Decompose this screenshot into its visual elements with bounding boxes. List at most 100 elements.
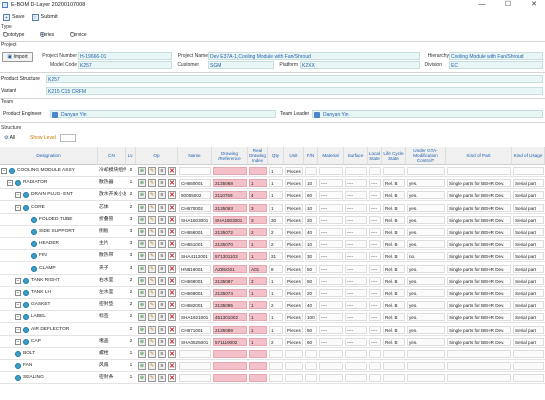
- expand-toggle-icon[interactable]: −: [15, 192, 21, 199]
- cell-local[interactable]: ----: [369, 325, 381, 334]
- cell-usage[interactable]: Serial part: [513, 252, 544, 261]
- cell-drawing[interactable]: 2135089: [213, 325, 247, 334]
- cell-fn[interactable]: 60: [305, 337, 317, 346]
- delete-icon[interactable]: ✕: [168, 325, 176, 334]
- cell-fn[interactable]: 30: [305, 252, 317, 261]
- radio-service[interactable]: Service: [70, 32, 87, 38]
- expand-toggle-icon[interactable]: −: [15, 326, 21, 333]
- list-icon[interactable]: ≡: [158, 215, 166, 224]
- cell-name[interactable]: 90055002: [179, 191, 211, 200]
- cell-local[interactable]: ----: [369, 252, 381, 261]
- expand-toggle-icon[interactable]: [23, 229, 29, 235]
- add-icon[interactable]: ⊕: [138, 374, 146, 383]
- expand-toggle-icon[interactable]: −: [15, 314, 21, 321]
- cell-mat[interactable]: ----: [319, 240, 343, 249]
- table-row[interactable]: − RADIATOR 散热器 1 ⊕ ✎ ≡ ✕ CH650001 2135068 1 1 Pieces…: [0, 177, 545, 190]
- cell-life[interactable]: Rel. B: [383, 228, 405, 236]
- cell-mat[interactable]: ----: [319, 179, 343, 188]
- cell-surf[interactable]: [345, 374, 367, 383]
- cell-fn[interactable]: 50: [305, 325, 317, 334]
- cell-drawing[interactable]: [213, 362, 247, 371]
- cell-drawing[interactable]: 571119002: [213, 337, 247, 346]
- cell-gta[interactable]: yes.: [407, 240, 445, 249]
- cell-qty[interactable]: 2: [269, 301, 283, 310]
- delete-icon[interactable]: ✕: [168, 252, 176, 261]
- cell-name[interactable]: [179, 350, 211, 358]
- customer-field[interactable]: SGM: [208, 61, 274, 69]
- cell-mat[interactable]: [319, 374, 343, 383]
- cell-life[interactable]: Rel. B: [383, 289, 405, 297]
- column-header-op[interactable]: Op: [136, 147, 178, 165]
- cell-unit[interactable]: Pieces: [285, 167, 303, 175]
- cell-qty[interactable]: [269, 374, 283, 383]
- column-header-idx[interactable]: Real Drawing Index: [248, 147, 268, 165]
- add-icon[interactable]: ⊕: [138, 325, 146, 334]
- cell-name[interactable]: SHA4112001: [179, 252, 211, 261]
- table-row[interactable]: − CORE 芯体 2 ⊕ ✎ ≡ ✕ CH670002 2135093 3 1 Pieces 10 ---…: [0, 202, 545, 214]
- cell-fn[interactable]: 40: [305, 301, 317, 310]
- cell-life[interactable]: [383, 167, 405, 175]
- table-row[interactable]: − CAP 堵盖 2 ⊕ ✎ ≡ ✕ SHA0525001 571119002 1 2 Pieces 60…: [0, 336, 545, 348]
- cell-qty[interactable]: 1: [269, 325, 283, 334]
- cell-name[interactable]: SHA0525001: [179, 337, 211, 346]
- cell-kind[interactable]: [447, 374, 511, 383]
- cell-gta[interactable]: yes.: [407, 337, 445, 346]
- cell-unit[interactable]: Pieces: [285, 337, 303, 346]
- cell-fn[interactable]: 60: [305, 191, 317, 200]
- cell-mat[interactable]: ----: [319, 301, 343, 310]
- cell-qty[interactable]: 1: [269, 191, 283, 200]
- cell-life[interactable]: Rel. B: [383, 252, 405, 261]
- cell-qty[interactable]: 1: [269, 289, 283, 297]
- add-icon[interactable]: ⊕: [138, 362, 146, 371]
- radio-prototype[interactable]: Prototype: [3, 32, 24, 38]
- product-structure-field[interactable]: K257: [46, 75, 543, 83]
- cell-kind[interactable]: Single parts for BEHR Dev.: [447, 276, 511, 285]
- expand-toggle-icon[interactable]: −: [15, 277, 21, 284]
- cell-drawing[interactable]: [213, 167, 247, 175]
- delete-icon[interactable]: ✕: [168, 289, 176, 297]
- delete-icon[interactable]: ✕: [168, 167, 176, 175]
- cell-idx[interactable]: 2: [249, 276, 267, 285]
- cell-usage[interactable]: Serial part: [513, 337, 544, 346]
- cell-life[interactable]: Rel. B: [383, 313, 405, 322]
- cell-drawing[interactable]: 2135074: [213, 289, 247, 297]
- list-icon[interactable]: ≡: [158, 167, 166, 175]
- cell-drawing[interactable]: 2135072: [213, 228, 247, 236]
- cell-local[interactable]: ----: [369, 301, 381, 310]
- cell-name[interactable]: CH670002: [179, 203, 211, 212]
- edit-icon[interactable]: ✎: [148, 350, 156, 358]
- cell-mat[interactable]: ----: [319, 276, 343, 285]
- list-icon[interactable]: ≡: [158, 301, 166, 310]
- cell-gta[interactable]: [407, 350, 445, 358]
- list-icon[interactable]: ≡: [158, 191, 166, 200]
- cell-drawing[interactable]: 2135095: [213, 301, 247, 310]
- radio-series[interactable]: Series: [40, 32, 54, 38]
- table-row[interactable]: − COOLING MODULE ASSY 冷却模块组件 0 ⊕ ✎ ≡ ✕ 1 Pieces: [0, 165, 545, 177]
- cell-drawing[interactable]: 2135093: [213, 203, 247, 212]
- delete-icon[interactable]: ✕: [168, 264, 176, 273]
- table-row[interactable]: FAN 风扇 1 ⊕ ✎ ≡ ✕: [0, 360, 545, 373]
- project-name-field[interactable]: Dev E37A-1,Cooling Module with Fan/Shrou…: [208, 52, 420, 60]
- cell-qty[interactable]: 1: [269, 167, 283, 175]
- cell-gta[interactable]: yes.: [407, 191, 445, 200]
- delete-icon[interactable]: ✕: [168, 301, 176, 310]
- cell-life[interactable]: Rel. B: [383, 325, 405, 334]
- cell-surf[interactable]: ----: [345, 313, 367, 322]
- cell-name[interactable]: CH651001: [179, 240, 211, 249]
- cell-kind[interactable]: [447, 350, 511, 358]
- cell-local[interactable]: ----: [369, 228, 381, 236]
- list-icon[interactable]: ≡: [158, 264, 166, 273]
- cell-kind[interactable]: Single parts for BEHR Dev.: [447, 313, 511, 322]
- all-button[interactable]: ⚙ All: [4, 134, 15, 142]
- cell-unit[interactable]: Pieces: [285, 325, 303, 334]
- table-row[interactable]: − DRAIN PLUG- ENT 放水开关小总成2 ⊕✎≡✕900550022110…: [0, 189, 545, 202]
- edit-icon[interactable]: ✎: [148, 374, 156, 383]
- expand-toggle-icon[interactable]: [23, 253, 29, 260]
- column-header-name[interactable]: Name: [178, 147, 212, 165]
- cell-life[interactable]: Rel. B: [383, 203, 405, 212]
- cell-surf[interactable]: ----: [345, 276, 367, 285]
- cell-local[interactable]: ----: [369, 191, 381, 200]
- platform-field[interactable]: K2XX: [300, 61, 420, 69]
- cell-drawing[interactable]: [213, 374, 247, 383]
- add-icon[interactable]: ⊕: [138, 228, 146, 236]
